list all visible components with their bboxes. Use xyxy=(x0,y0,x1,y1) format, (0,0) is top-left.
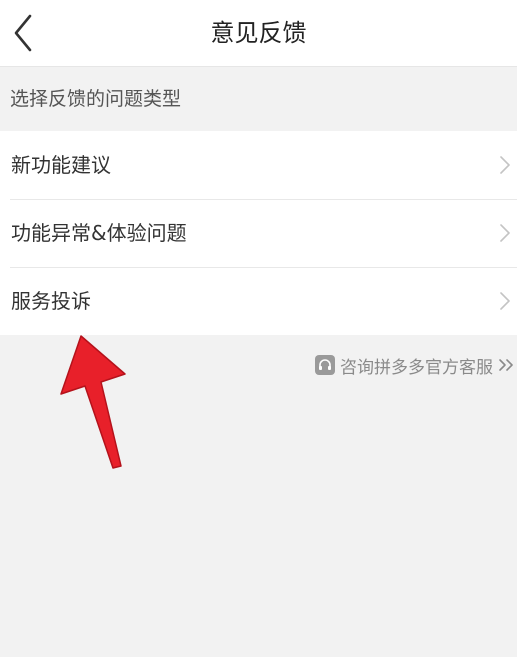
chevron-right-icon xyxy=(500,156,510,174)
feedback-screen: 意见反馈 选择反馈的问题类型 新功能建议 功能异常&体验问题 服务投诉 咨询拼多… xyxy=(0,0,517,657)
list-item-service-complaint[interactable]: 服务投诉 xyxy=(0,267,517,335)
list-item-label: 新功能建议 xyxy=(11,153,111,177)
feedback-type-list: 新功能建议 功能异常&体验问题 服务投诉 xyxy=(0,131,517,335)
list-item-label: 服务投诉 xyxy=(11,289,91,313)
chevron-right-icon xyxy=(500,224,510,242)
section-header: 选择反馈的问题类型 xyxy=(0,67,517,131)
chevron-right-icon xyxy=(500,292,510,310)
page-title: 意见反馈 xyxy=(210,19,307,47)
customer-service-link[interactable]: 咨询拼多多官方客服 xyxy=(315,350,514,380)
nav-bar: 意见反馈 xyxy=(0,0,517,67)
double-chevron-right-icon xyxy=(499,359,513,371)
customer-service-label: 咨询拼多多官方客服 xyxy=(340,357,493,378)
list-item-new-feature[interactable]: 新功能建议 xyxy=(0,131,517,199)
section-title: 选择反馈的问题类型 xyxy=(10,88,182,110)
list-item-malfunction[interactable]: 功能异常&体验问题 xyxy=(0,199,517,267)
headset-icon xyxy=(315,355,335,375)
red-arrow-annotation xyxy=(60,335,126,469)
list-item-label: 功能异常&体验问题 xyxy=(11,221,187,245)
